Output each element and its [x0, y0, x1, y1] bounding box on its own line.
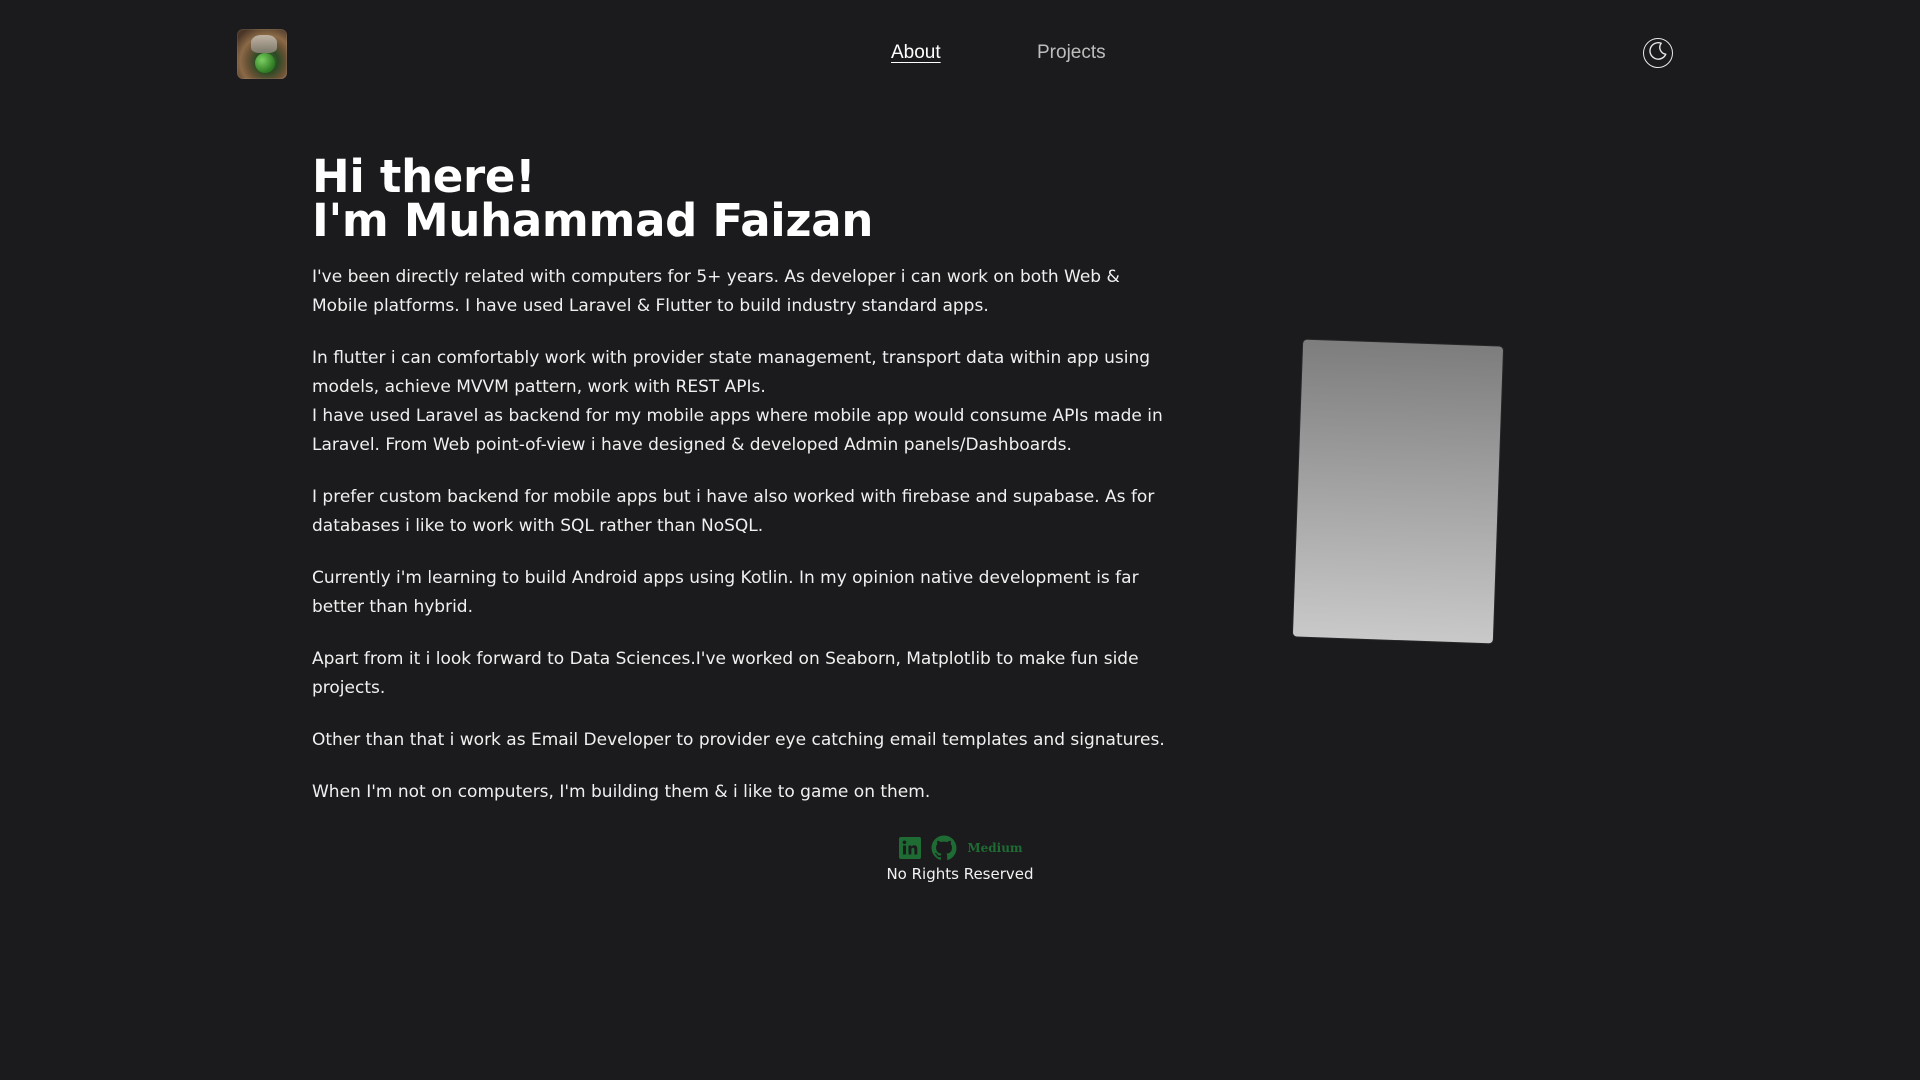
bio-paragraph: When I'm not on computers, I'm building … [312, 782, 931, 802]
github-icon[interactable] [931, 835, 957, 861]
bio-paragraph: In flutter i can comfortably work with p… [312, 348, 1151, 397]
main-nav: About Projects [0, 42, 1920, 72]
medium-link[interactable]: Medium [967, 841, 1022, 855]
moon-icon [1647, 40, 1669, 66]
page-title: Hi there! I'm Muhammad Faizan [312, 154, 1172, 243]
bio-paragraph: I've been directly related with computer… [312, 267, 1120, 316]
bio-paragraph: Apart from it i look forward to Data Sci… [312, 649, 1139, 698]
bio-paragraph: I have used Laravel as backend for my mo… [312, 406, 1163, 455]
social-links: Medium [0, 833, 1920, 863]
copyright-text: No Rights Reserved [886, 865, 1034, 883]
bio-text: I've been directly related with computer… [312, 263, 1172, 807]
nav-about-link[interactable]: About [891, 42, 941, 64]
bio-paragraph: Currently i'm learning to build Android … [312, 568, 1139, 617]
about-section: Hi there! I'm Muhammad Faizan I've been … [312, 154, 1172, 830]
tilted-photo-card [1292, 339, 1504, 644]
greeting-line-2: I'm Muhammad Faizan [312, 194, 874, 247]
nav-projects-link[interactable]: Projects [1037, 42, 1106, 64]
bio-paragraph: Other than that i work as Email Develope… [312, 730, 1165, 750]
bio-paragraph: I prefer custom backend for mobile apps … [312, 487, 1155, 536]
page: About Projects Hi there! I'm Muhammad Fa… [0, 0, 1920, 1080]
theme-toggle-button[interactable] [1643, 38, 1673, 68]
site-header: About Projects [0, 0, 1920, 110]
linkedin-icon[interactable] [897, 835, 923, 861]
site-footer: Medium No Rights Reserved [0, 833, 1920, 883]
